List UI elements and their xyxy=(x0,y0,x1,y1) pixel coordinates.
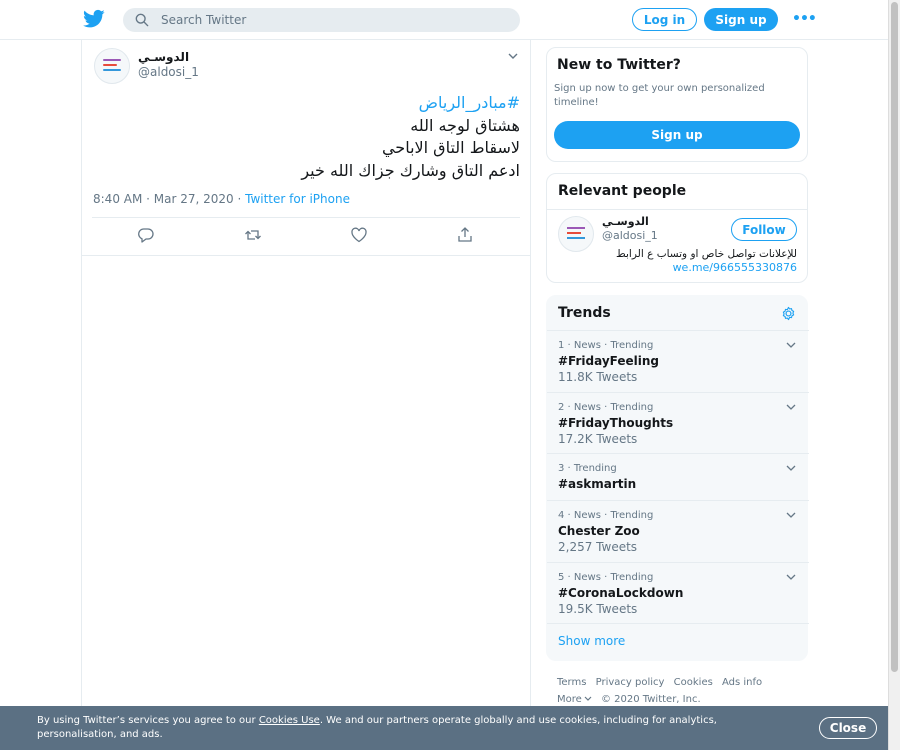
author-handle[interactable]: @aldosi_1 xyxy=(138,65,199,79)
trend-name: #FridayFeeling xyxy=(558,354,660,368)
footer-link-cookies[interactable]: Cookies xyxy=(674,677,713,688)
tweet-time[interactable]: 8:40 AM · Mar 27, 2020 · xyxy=(93,192,245,206)
trend-item[interactable]: 4 · News · Trending Chester Zoo 2,257 Tw… xyxy=(547,500,809,562)
person-bio: للإعلانات تواصل خاص او وتساب ع الرابط xyxy=(616,248,797,260)
footer-link-terms[interactable]: Terms xyxy=(557,677,586,688)
like-icon[interactable] xyxy=(350,226,368,244)
chevron-down-icon[interactable] xyxy=(786,574,796,581)
cookie-text: By using Twitter’s services you agree to… xyxy=(37,714,797,742)
chevron-down-icon[interactable] xyxy=(508,52,518,60)
card-title: Trends xyxy=(558,305,611,321)
footer-link-privacy[interactable]: Privacy policy xyxy=(596,677,665,688)
avatar-image xyxy=(103,59,123,75)
divider xyxy=(92,217,520,218)
trend-meta: 3 · Trending xyxy=(558,463,617,474)
trend-meta: 2 · News · Trending xyxy=(558,402,654,413)
trend-count: 19.5K Tweets xyxy=(558,602,638,616)
person-bio-link[interactable]: we.me/966555330876 xyxy=(602,261,797,274)
tweet-source-link[interactable]: Twitter for iPhone xyxy=(245,192,350,206)
trend-meta: 5 · News · Trending xyxy=(558,572,654,583)
scrollbar-thumb[interactable] xyxy=(891,2,898,672)
search-icon xyxy=(135,13,149,27)
avatar[interactable] xyxy=(558,216,594,252)
divider xyxy=(547,209,807,210)
avatar[interactable] xyxy=(94,48,130,84)
more-menu-icon[interactable]: ••• xyxy=(792,11,817,27)
tweet-hashtag-link[interactable]: #مبادر_الرياض xyxy=(94,92,520,115)
login-button[interactable]: Log in xyxy=(632,8,697,31)
copyright: © 2020 Twitter, Inc. xyxy=(600,694,701,705)
follow-button[interactable]: Follow xyxy=(731,218,797,241)
chevron-down-icon[interactable] xyxy=(786,465,796,472)
trend-meta: 1 · News · Trending xyxy=(558,340,654,351)
footer: Terms Privacy policy Cookies Ads info Mo… xyxy=(557,674,807,708)
trend-meta: 4 · News · Trending xyxy=(558,510,654,521)
cookies-use-link[interactable]: Cookies Use xyxy=(259,715,320,726)
reply-icon[interactable] xyxy=(137,226,155,244)
main-column: الدوسـي @aldosi_1 #مبادر_الرياض هشتاق لو… xyxy=(81,40,531,750)
trend-item[interactable]: 5 · News · Trending #CoronaLockdown 19.5… xyxy=(547,562,809,623)
chevron-down-icon[interactable] xyxy=(786,404,796,411)
top-navigation-bar: Log in Sign up ••• xyxy=(0,0,888,40)
chevron-down-icon xyxy=(584,696,592,701)
show-more-link[interactable]: Show more xyxy=(558,634,625,648)
trend-name: #FridayThoughts xyxy=(558,416,674,430)
cookie-banner: By using Twitter’s services you agree to… xyxy=(0,706,888,750)
footer-more-link[interactable]: More xyxy=(557,694,592,705)
tweet-timestamp: 8:40 AM · Mar 27, 2020 · Twitter for iPh… xyxy=(93,192,350,206)
cookie-text-before: By using Twitter’s services you agree to… xyxy=(37,715,259,726)
tweet-actions xyxy=(82,226,530,248)
trend-count: 17.2K Tweets xyxy=(558,432,638,446)
trend-count: 2,257 Tweets xyxy=(558,540,638,554)
card-description: Sign up now to get your own personalized… xyxy=(554,83,765,108)
tweet-line: هشتاق لوجه الله xyxy=(410,115,520,135)
twitter-logo-icon[interactable] xyxy=(83,9,105,29)
retweet-icon[interactable] xyxy=(244,226,262,244)
trend-item[interactable]: 2 · News · Trending #FridayThoughts 17.2… xyxy=(547,392,809,453)
close-button[interactable]: Close xyxy=(819,717,877,739)
divider xyxy=(82,255,530,256)
gear-icon[interactable] xyxy=(781,306,796,321)
new-to-twitter-card: New to Twitter? Sign up now to get your … xyxy=(546,47,808,162)
footer-link-ads-info[interactable]: Ads info xyxy=(722,677,762,688)
trends-card: Trends 1 · News · Trending #FridayFeelin… xyxy=(546,295,809,661)
tweet-line: لاسقاط التاق الاباحي xyxy=(381,138,520,157)
tweet-line: ادعم التاق وشارك جزاك الله خير xyxy=(301,160,520,180)
search-input[interactable] xyxy=(161,13,481,27)
trend-name: Chester Zoo xyxy=(558,524,640,538)
trend-name: #askmartin xyxy=(558,477,637,491)
trend-name: #CoronaLockdown xyxy=(558,586,684,600)
chevron-down-icon[interactable] xyxy=(786,512,796,519)
card-title: Relevant people xyxy=(558,183,687,199)
page-scrollbar[interactable] xyxy=(888,0,900,750)
person-handle[interactable]: @aldosi_1 xyxy=(602,229,658,242)
search-box[interactable] xyxy=(123,8,520,32)
trend-count: 11.8K Tweets xyxy=(558,370,638,384)
tweet: الدوسـي @aldosi_1 #مبادر_الرياض هشتاق لو… xyxy=(82,40,530,256)
relevant-people-card: Relevant people الدوسـي @aldosi_1 Follow… xyxy=(546,173,808,283)
footer-more-label: More xyxy=(557,694,582,705)
chevron-down-icon[interactable] xyxy=(786,342,796,349)
person-name[interactable]: الدوسـي xyxy=(602,215,649,228)
trend-item[interactable]: 1 · News · Trending #FridayFeeling 11.8K… xyxy=(547,330,809,392)
tweet-text: #مبادر_الرياض هشتاق لوجه الله لاسقاط الت… xyxy=(94,92,520,182)
signup-button[interactable]: Sign up xyxy=(704,8,778,31)
divider xyxy=(547,623,809,624)
trend-item[interactable]: 3 · Trending #askmartin xyxy=(547,453,809,500)
share-icon[interactable] xyxy=(456,226,474,244)
avatar-image xyxy=(567,227,587,243)
author-name[interactable]: الدوسـي xyxy=(138,50,189,64)
sidebar-signup-button[interactable]: Sign up xyxy=(554,121,800,149)
card-title: New to Twitter? xyxy=(557,57,681,73)
